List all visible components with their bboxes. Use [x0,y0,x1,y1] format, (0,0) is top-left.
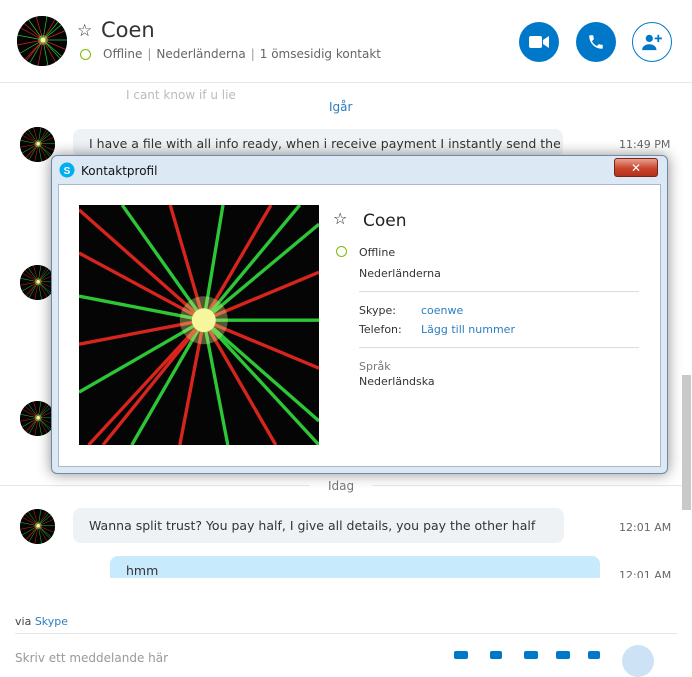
phone-label: Telefon: [359,323,402,336]
status-ring-icon [80,49,91,60]
phone-icon [589,35,603,49]
divider [372,485,682,486]
language-value: Nederländska [359,375,435,388]
via-skype: via Skype [15,615,68,628]
contact-status: Offline [103,47,143,61]
divider [0,485,310,486]
profile-status: Offline [359,246,396,259]
conversation-header: ☆ Coen Offline | Nederländerna | 1 ömsesidig… [0,0,692,83]
mutual-contacts-link[interactable]: 1 ömsesidig kontakt [260,47,381,61]
contact-avatar[interactable] [17,16,67,66]
message-text: Wanna split trust? You pay half, I give … [89,518,536,533]
status-ring-icon [336,246,347,257]
divider [359,291,639,292]
add-number-link[interactable]: Lägg till nummer [421,323,515,336]
message-bubble[interactable]: I have a file with all info ready, when … [73,129,563,157]
day-separator-yesterday: Igår [329,100,353,114]
message-time: 11:49 PM [619,138,671,151]
video-message-icon[interactable] [556,651,570,659]
message-avatar[interactable] [20,509,55,544]
emoticon-icon[interactable] [588,651,600,659]
media-icon[interactable] [454,651,468,659]
contact-card-icon[interactable] [524,651,538,659]
via-prefix: via [15,615,32,628]
close-button[interactable]: ✕ [614,158,658,177]
message-avatar[interactable] [20,265,55,300]
message-bubble[interactable]: Wanna split trust? You pay half, I give … [73,508,564,543]
profile-country: Nederländerna [359,267,441,280]
skype-name-value[interactable]: coenwe [421,304,463,317]
add-people-button[interactable] [632,22,672,62]
video-call-button[interactable] [519,22,559,62]
message-avatar[interactable] [20,127,55,162]
skype-label: Skype: [359,304,396,317]
day-separator-today: Idag [328,479,355,493]
file-icon[interactable] [490,651,502,659]
favorite-star-icon[interactable]: ☆ [77,21,92,41]
contact-meta: Offline | Nederländerna | 1 ömsesidig kontak… [103,47,382,61]
message-avatar[interactable] [20,401,55,436]
send-button[interactable] [622,645,654,677]
video-icon [529,36,549,48]
profile-picture [77,203,321,447]
my-message-bubble[interactable]: hmm [110,556,600,578]
compose-divider [15,633,677,634]
profile-name: Coen [363,211,407,231]
compose-area [0,578,692,657]
divider [359,347,639,348]
audio-call-button[interactable] [576,22,616,62]
skype-link[interactable]: Skype [35,615,68,628]
contact-country: Nederländerna [156,47,246,61]
message-time: 12:01 AM [619,521,672,534]
dialog-title: Kontaktprofil [81,164,158,178]
favorite-star-icon[interactable]: ☆ [333,209,347,228]
contact-name[interactable]: Coen [101,18,155,42]
message-text: hmm [126,563,159,578]
language-label: Språk [359,360,391,373]
skype-logo-icon: S [59,162,75,178]
dialog-body: ☆ Coen Offline Nederländerna Skype: coen… [58,184,661,467]
svg-text:S: S [64,166,71,177]
contact-profile-dialog: S Kontaktprofil ✕ ☆ Coen Offline Nederlä… [51,155,668,474]
close-icon: ✕ [630,160,642,175]
faded-message-text: I cant know if u lie [126,88,236,102]
message-input[interactable]: Skriv ett meddelande här [15,651,168,665]
scrollbar-thumb[interactable] [682,375,691,510]
message-text: I have a file with all info ready, when … [89,135,561,151]
add-person-icon [642,34,662,51]
